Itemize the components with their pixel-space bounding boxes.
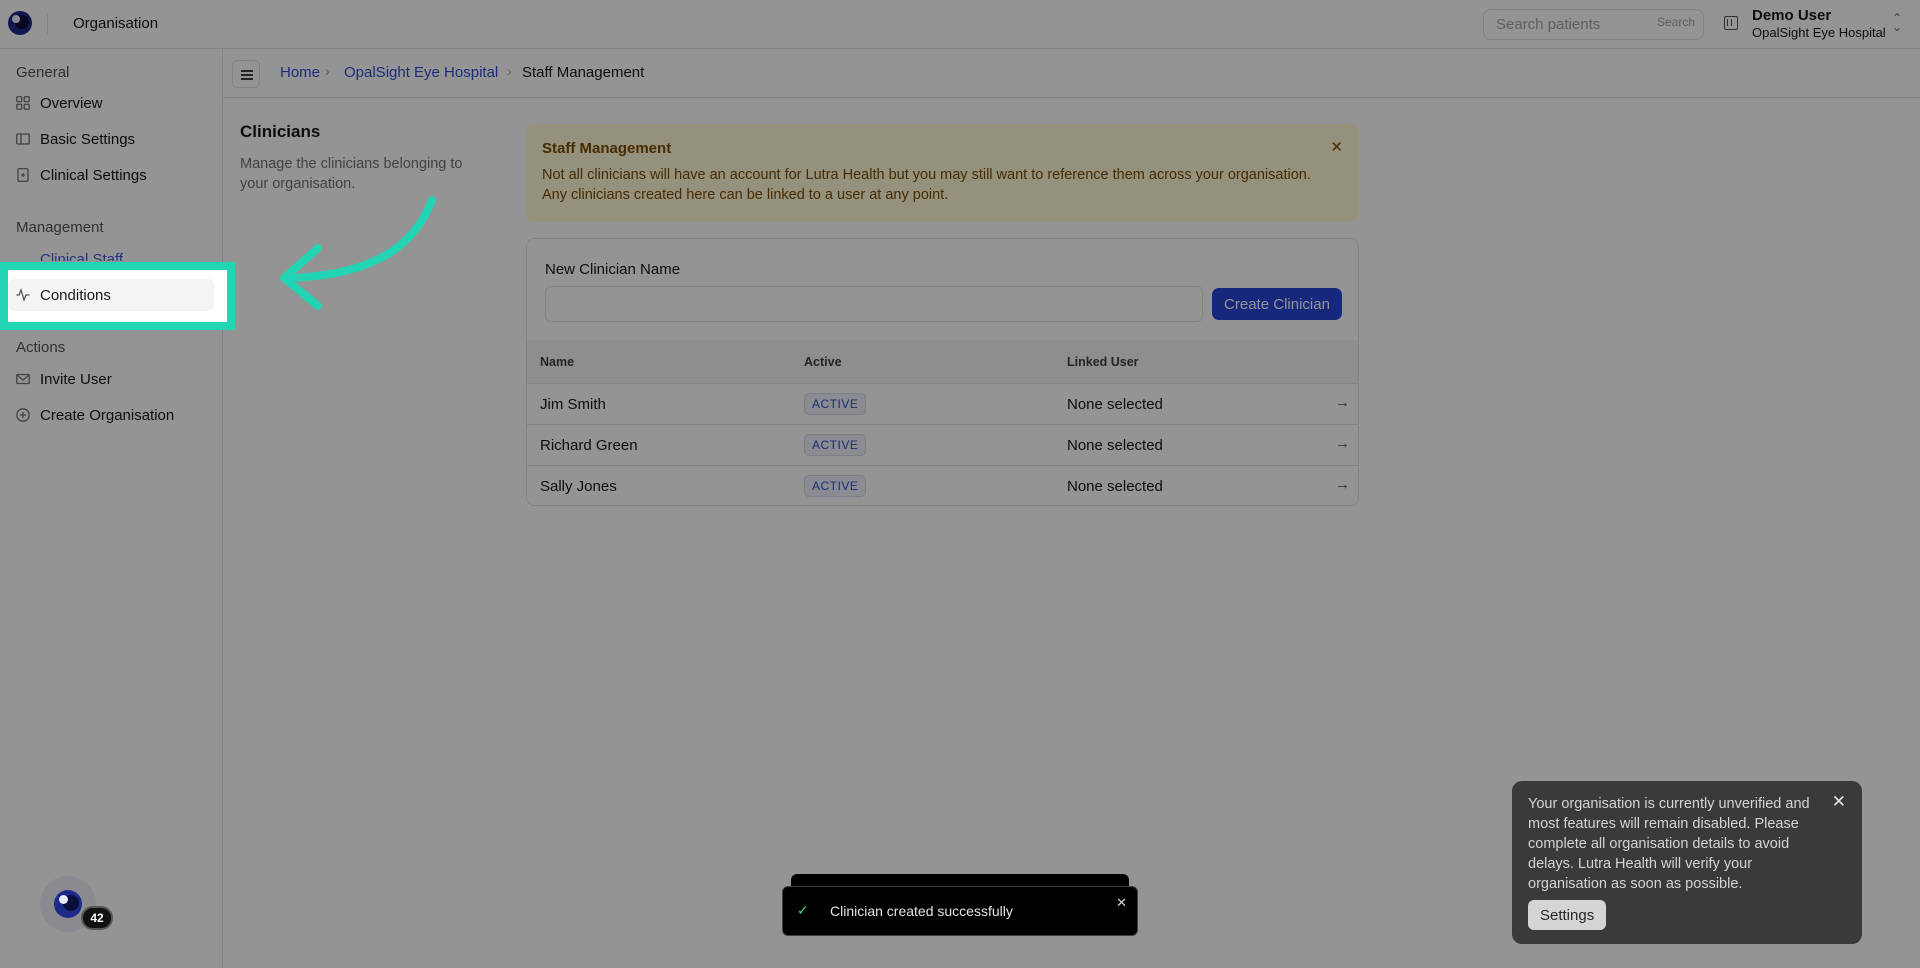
- arrow-right-icon[interactable]: →: [1335, 476, 1350, 493]
- clinicians-card: New Clinician Name Create Clinician Name…: [526, 238, 1359, 506]
- table-row[interactable]: Jim Smith ACTIVE None selected →: [527, 383, 1358, 424]
- table-row[interactable]: Sally Jones ACTIVE None selected →: [527, 465, 1358, 505]
- search-input[interactable]: [1496, 16, 1636, 33]
- table-row[interactable]: Richard Green ACTIVE None selected →: [527, 424, 1358, 465]
- menu-icon: [241, 70, 253, 72]
- top-title: Organisation: [73, 15, 159, 32]
- breadcrumb-org[interactable]: OpalSight Eye Hospital: [344, 64, 498, 81]
- alert-line: Not all clinicians will have an account …: [542, 167, 1311, 183]
- building-icon: [1724, 16, 1738, 30]
- column-header-name: Name: [540, 355, 575, 369]
- alert-line: Any clinicians created here can be linke…: [542, 187, 949, 203]
- search-box[interactable]: Search: [1483, 9, 1704, 40]
- search-button[interactable]: Search: [1657, 15, 1695, 29]
- section-label-general: General: [16, 64, 70, 81]
- highlight-frame: [0, 262, 235, 330]
- close-icon[interactable]: ✕: [1330, 138, 1343, 156]
- chevron-right-icon: ›: [325, 63, 330, 79]
- alert-title: Staff Management: [542, 140, 672, 157]
- user-name[interactable]: Demo User: [1752, 7, 1831, 24]
- mail-icon: [16, 372, 30, 386]
- sidebar-item-label: Basic Settings: [40, 130, 136, 148]
- new-clinician-name-input[interactable]: [545, 286, 1203, 322]
- eye-logo-icon: [54, 890, 82, 918]
- top-bar: Organisation Search Demo User OpalSight …: [0, 0, 1920, 49]
- cell-name: Jim Smith: [540, 396, 606, 413]
- table-header: Name Active Linked User: [527, 340, 1358, 383]
- close-icon[interactable]: ✕: [1832, 792, 1846, 812]
- plus-circle-icon: [16, 408, 30, 422]
- page-description: Manage the clinicians belonging to your …: [240, 156, 463, 192]
- breadcrumb-current: Staff Management: [522, 64, 645, 81]
- verification-notice: Your organisation is currently unverifie…: [1512, 781, 1862, 944]
- cell-linked-user: None selected: [1067, 478, 1163, 495]
- arrow-right-icon[interactable]: →: [1335, 435, 1350, 452]
- cell-name: Sally Jones: [540, 478, 617, 495]
- cell-name: Richard Green: [540, 437, 638, 454]
- column-header-linked-user: Linked User: [1067, 355, 1139, 369]
- grid-icon: [16, 96, 30, 110]
- sidebar-item-clinical-settings[interactable]: Clinical Settings: [8, 159, 214, 191]
- info-alert: Staff Management Not all clinicians will…: [526, 124, 1359, 222]
- column-header-active: Active: [804, 355, 842, 369]
- app-logo-icon[interactable]: [8, 11, 32, 35]
- close-icon[interactable]: ✕: [1116, 895, 1127, 911]
- notice-text: Your organisation is currently unverifie…: [1528, 796, 1810, 892]
- new-clinician-label: New Clinician Name: [545, 261, 681, 278]
- pointer-arrow-icon: [280, 196, 436, 310]
- status-badge: ACTIVE: [804, 475, 867, 497]
- sliders-icon: [16, 132, 30, 146]
- section-label-management: Management: [16, 219, 104, 236]
- status-badge: ACTIVE: [804, 393, 867, 415]
- menu-toggle-button[interactable]: [232, 60, 260, 88]
- sidebar-item-overview[interactable]: Overview: [8, 87, 214, 119]
- cell-linked-user: None selected: [1067, 437, 1163, 454]
- sidebar-item-clinical-staff[interactable]: Clinical Staff: [40, 251, 123, 261]
- sidebar-item-create-organisation[interactable]: Create Organisation: [8, 399, 214, 431]
- top-divider: [47, 14, 48, 34]
- menu-icon: [241, 74, 253, 76]
- settings-button[interactable]: Settings: [1528, 900, 1607, 930]
- file-plus-icon: [16, 168, 30, 182]
- user-org[interactable]: OpalSight Eye Hospital: [1752, 25, 1886, 40]
- sidebar-item-label: Clinical Settings: [40, 166, 147, 184]
- sidebar-item-basic-settings[interactable]: Basic Settings: [8, 123, 214, 155]
- success-toast: ✓ Clinician created successfully ✕: [782, 886, 1138, 936]
- cell-linked-user: None selected: [1067, 396, 1163, 413]
- chevron-updown-icon[interactable]: ⌃ ⌄: [1892, 12, 1902, 33]
- sidebar-item-label: Invite User: [40, 370, 112, 388]
- status-badge: ACTIVE: [804, 434, 867, 456]
- toast-message: Clinician created successfully: [830, 903, 1013, 919]
- sidebar-item-label: Overview: [40, 94, 103, 112]
- breadcrumb-bar: Home › OpalSight Eye Hospital › Staff Ma…: [223, 49, 1920, 98]
- check-icon: ✓: [797, 902, 809, 918]
- sidebar: General Overview Basic Settings Clinical…: [0, 49, 223, 968]
- breadcrumb-home[interactable]: Home: [280, 64, 320, 81]
- sidebar-item-label: Create Organisation: [40, 406, 175, 424]
- arrow-right-icon[interactable]: →: [1335, 394, 1350, 411]
- notification-count-badge: 42: [81, 906, 113, 930]
- page-title: Clinicians: [240, 122, 321, 141]
- section-label-actions: Actions: [16, 339, 66, 356]
- create-clinician-button[interactable]: Create Clinician: [1212, 288, 1342, 320]
- sidebar-item-invite-user[interactable]: Invite User: [8, 363, 214, 395]
- alert-body: Not all clinicians will have an account …: [542, 165, 1343, 205]
- chevron-right-icon: ›: [507, 63, 512, 79]
- menu-icon: [241, 78, 253, 80]
